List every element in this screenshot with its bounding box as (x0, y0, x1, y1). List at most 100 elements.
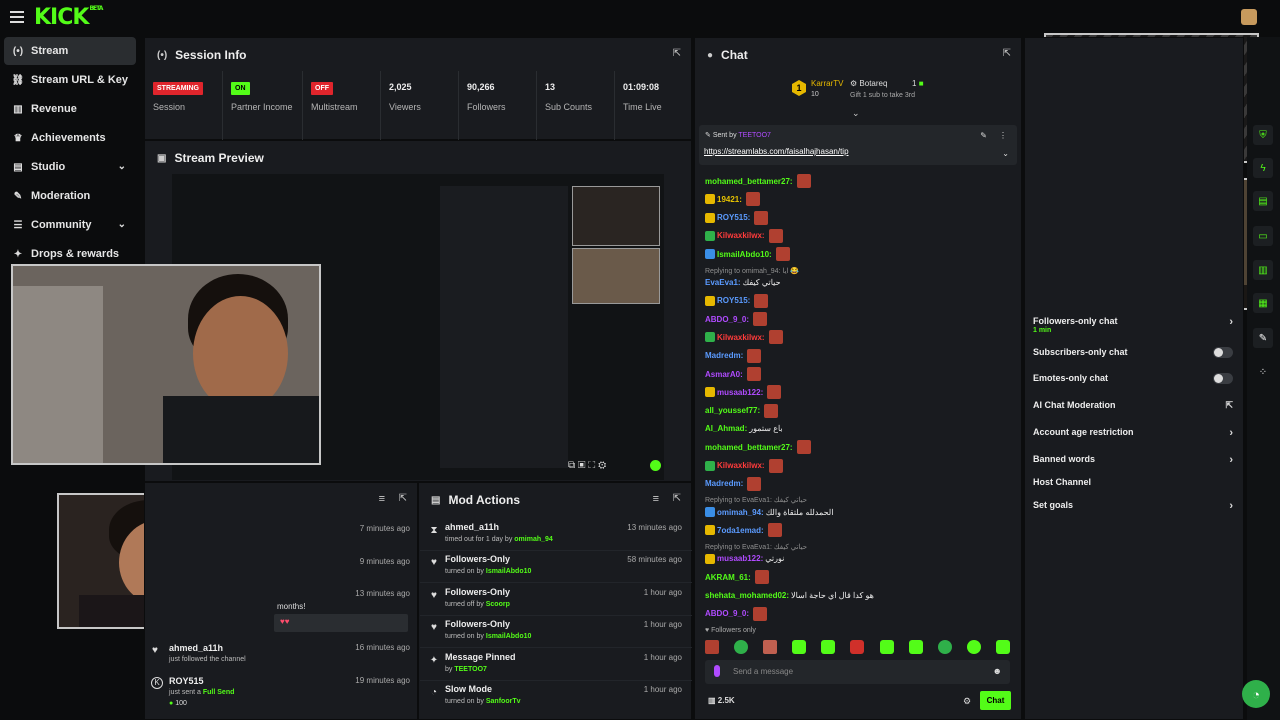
chat-username[interactable]: Madredm: (705, 351, 743, 360)
bolt-icon[interactable]: ϟ (1253, 158, 1273, 178)
emote-icon[interactable] (734, 640, 749, 654)
emote-icon[interactable] (763, 640, 778, 654)
chevron-right-icon[interactable]: › (1229, 316, 1233, 328)
chat-message[interactable]: IsmailAbdo10: (705, 247, 790, 262)
mic-icon[interactable] (714, 665, 720, 677)
popout-icon[interactable]: ⇱ (1003, 48, 1011, 59)
chat-username[interactable]: EvaEva1: (705, 278, 741, 287)
chat-username[interactable]: Al_Ahmad: (705, 424, 747, 433)
filter-icon[interactable]: ≡ (653, 493, 659, 505)
chat-message[interactable]: mohamed_bettamer27: (705, 440, 811, 455)
chat-message[interactable]: musaab122: (705, 385, 782, 400)
chat-message[interactable]: all_youssef77: (705, 403, 779, 418)
chat-username[interactable]: ROY515: (717, 213, 750, 222)
clipboard-icon[interactable]: ▤ (1253, 191, 1273, 211)
dots-icon[interactable]: ⁘ (1253, 362, 1273, 382)
emote-icon[interactable] (879, 640, 894, 654)
chat-username[interactable]: Kilwaxkilwx: (717, 231, 765, 240)
chat-message[interactable]: omimah_94: الحمدلله ملتقاة والك (705, 505, 833, 519)
chevron-down-icon[interactable]: ⌄ (1002, 149, 1009, 158)
chat-message[interactable]: 7oda1emad: (705, 523, 782, 538)
chat-message[interactable]: Kilwaxkilwx: (705, 228, 783, 243)
chevron-right-icon[interactable]: › (1229, 427, 1233, 439)
setting-banned-words[interactable]: Banned words › (1033, 454, 1233, 466)
sidebar-item-moderation[interactable]: ✎ Moderation (4, 182, 136, 210)
sidebar-item-achievements[interactable]: ♛ Achievements (4, 124, 136, 152)
setting-host-channel[interactable]: Host Channel (1033, 477, 1233, 487)
chat-settings-icon[interactable]: ⚙ (963, 696, 971, 707)
emote-icon[interactable] (850, 640, 865, 654)
popout-icon[interactable]: ⇱ (673, 493, 681, 504)
chat-username[interactable]: ABDO_9_0: (705, 315, 749, 324)
chevron-right-icon[interactable]: › (1229, 454, 1233, 466)
toggle-switch[interactable] (1213, 373, 1233, 384)
popout-icon[interactable]: ⇱ (399, 493, 407, 504)
chat-message[interactable]: ABDO_9_0: (705, 312, 768, 327)
layout-icon[interactable]: ▦ (1253, 293, 1273, 313)
emote-icon[interactable] (966, 640, 981, 654)
chart-icon[interactable]: ▥ (1253, 260, 1273, 280)
chat-username[interactable]: IsmailAbdo10: (717, 250, 772, 259)
filter-icon[interactable]: ≡ (379, 493, 385, 505)
chevron-right-icon[interactable]: › (1229, 500, 1233, 512)
chat-message[interactable]: musaab122: نورتي (705, 552, 784, 566)
sidebar-item-stream-url[interactable]: ⛓ Stream URL & Key (4, 66, 136, 94)
chat-message[interactable]: Kilwaxkilwx: (705, 458, 783, 473)
sidebar-item-stream[interactable]: (•) Stream (4, 37, 136, 65)
chat-username[interactable]: musaab122: (717, 388, 763, 397)
setting-ai-chat-moderation[interactable]: AI Chat Moderation ⇱ (1033, 400, 1233, 410)
sidebar-item-community[interactable]: ☰ Community ⌄ (4, 211, 136, 239)
popout-icon[interactable]: ⇱ (673, 48, 681, 59)
setting-followers-only-chat[interactable]: Followers-only chat 1 min › (1033, 316, 1233, 334)
chat-message[interactable]: ROY515: (705, 293, 769, 308)
chat-username[interactable]: omimah_94: (717, 508, 764, 517)
emote-icon[interactable] (705, 640, 719, 654)
chat-message[interactable]: AKRAM_61: (705, 570, 769, 584)
chat-message[interactable]: AsmarA0: (705, 367, 761, 381)
shield-icon[interactable]: ⛨ (1253, 125, 1273, 145)
player-controls[interactable]: ⧉ ▣ ⛶ ⚙ (568, 460, 606, 471)
emoji-icon[interactable]: ☻ (993, 666, 1002, 676)
pinned-link[interactable]: https://streamlabs.com/faisalhajhasan/ti… (704, 147, 849, 156)
emote-icon[interactable] (792, 640, 807, 654)
chat-username[interactable]: Kilwaxkilwx: (717, 333, 765, 342)
chat-username[interactable]: shehata_mohamed02: (705, 591, 789, 600)
chat-username[interactable]: Kilwaxkilwx: (717, 461, 765, 470)
setting-account-age-restriction[interactable]: Account age restriction › (1033, 427, 1233, 439)
chat-message[interactable]: shehata_mohamed02: هو كدا قال اي حاجة اسا… (705, 588, 874, 602)
chat-message[interactable]: Madredm: (705, 476, 762, 491)
chat-username[interactable]: 19421: (717, 195, 742, 204)
user-avatar[interactable] (1241, 9, 1257, 25)
chat-username[interactable]: AsmarA0: (705, 370, 743, 379)
chat-username[interactable]: ABDO_9_0: (705, 609, 749, 618)
sidebar-item-studio[interactable]: ▤ Studio ⌄ (4, 153, 136, 181)
emote-icon[interactable] (937, 640, 952, 654)
support-icon[interactable]: ◔ (1242, 680, 1270, 708)
collapse-icon[interactable]: ⌄ (852, 108, 860, 119)
chat-username[interactable]: ROY515: (717, 296, 750, 305)
chat-message[interactable]: Kilwaxkilwx: (705, 330, 783, 345)
chat-username[interactable]: Madredm: (705, 479, 743, 488)
chat-username[interactable]: 7oda1emad: (717, 526, 764, 535)
unpin-icon[interactable]: ✎ (980, 131, 987, 140)
leaderboard-second-name[interactable]: Botareq (859, 79, 887, 88)
more-icon[interactable]: ⋮ (999, 131, 1007, 140)
toggle-switch[interactable] (1213, 347, 1233, 358)
chat-username[interactable]: AKRAM_61: (705, 573, 751, 582)
pinned-user[interactable]: TEETOO7 (738, 132, 771, 139)
setting-set-goals[interactable]: Set goals › (1033, 500, 1233, 512)
chat-username[interactable]: mohamed_bettamer27: (705, 443, 793, 452)
chat-message[interactable]: Al_Ahmad: باع ستمور (705, 422, 783, 436)
setting-subscribers-only-chat[interactable]: Subscribers-only chat (1033, 347, 1233, 358)
kick-logo[interactable]: KICKBETA (34, 5, 103, 30)
chat-message[interactable]: ABDO_9_0: (705, 606, 768, 621)
chat-icon[interactable]: ▭ (1253, 226, 1273, 246)
external-link-icon[interactable]: ⇱ (1225, 400, 1233, 411)
emote-icon[interactable] (821, 640, 836, 654)
chat-message[interactable]: mohamed_bettamer27: (705, 174, 811, 188)
gift-sub-text[interactable]: Gift 1 sub to take 3rd (850, 92, 915, 99)
chat-send-button[interactable]: Chat (980, 691, 1011, 710)
chat-username[interactable]: mohamed_bettamer27: (705, 177, 793, 186)
chat-message[interactable]: ROY515: (705, 210, 769, 225)
chat-username[interactable]: all_youssef77: (705, 406, 760, 415)
